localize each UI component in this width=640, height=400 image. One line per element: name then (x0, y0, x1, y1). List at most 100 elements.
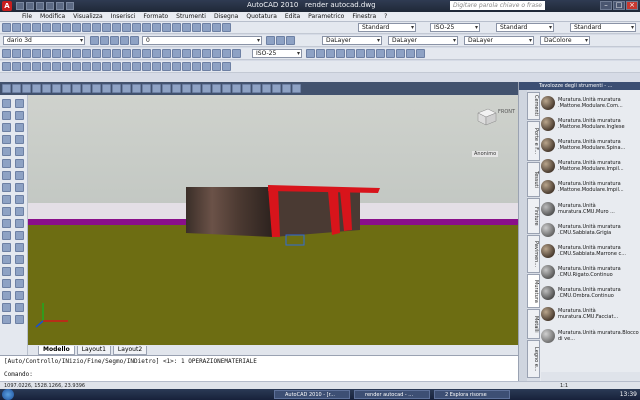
undo-tb-icon[interactable] (102, 23, 111, 32)
print-icon[interactable] (32, 23, 41, 32)
angular-dim-icon[interactable] (212, 49, 221, 58)
insert-block-icon[interactable] (2, 159, 11, 168)
conceptual-icon[interactable] (346, 49, 355, 58)
polygon-icon[interactable] (15, 111, 24, 120)
layer-manager-icon[interactable] (90, 36, 99, 45)
union-icon[interactable] (52, 62, 61, 71)
intersect-icon[interactable] (72, 62, 81, 71)
trim-left-icon[interactable] (15, 255, 24, 264)
tool-palettes-icon[interactable] (182, 23, 191, 32)
sw-iso-icon[interactable] (62, 84, 71, 93)
menu-finestra[interactable]: Finestra (348, 12, 380, 21)
freeze-icon[interactable] (110, 36, 119, 45)
cylinder-icon[interactable] (386, 49, 395, 58)
save-icon[interactable] (36, 2, 44, 10)
tab-muratura[interactable]: Muratura (527, 274, 540, 308)
trim-icon[interactable] (42, 49, 51, 58)
ucs-object-icon[interactable] (142, 84, 151, 93)
design-center-icon[interactable] (172, 23, 181, 32)
lineweight-select[interactable]: DaLayer (464, 36, 534, 45)
explode-icon[interactable] (102, 49, 111, 58)
drawing-viewport[interactable]: FRONT Anonimo (28, 95, 518, 345)
help-icon[interactable] (222, 23, 231, 32)
autocad-logo-icon[interactable]: A (2, 1, 12, 11)
vport-poly-icon[interactable] (262, 84, 271, 93)
stretch-icon[interactable] (32, 49, 41, 58)
ellipse-icon[interactable] (15, 147, 24, 156)
ucs-apply-icon[interactable] (222, 84, 231, 93)
extend-left-icon[interactable] (2, 267, 11, 276)
chamfer-icon[interactable] (82, 49, 91, 58)
sphere-icon[interactable] (366, 49, 375, 58)
menu-visualizza[interactable]: Visualizza (69, 12, 107, 21)
ucs-world-icon[interactable] (112, 84, 121, 93)
tab-porte[interactable]: Porte e F... (527, 121, 540, 161)
fly-icon[interactable] (142, 62, 151, 71)
sweep-icon[interactable] (22, 62, 31, 71)
break-icon[interactable] (62, 49, 71, 58)
clock[interactable]: 13:39 (620, 390, 637, 399)
lock-icon[interactable] (120, 36, 129, 45)
sheet-set-icon[interactable] (192, 23, 201, 32)
offset-icon[interactable] (142, 49, 151, 58)
right-view-icon[interactable] (32, 84, 41, 93)
rectangle-icon[interactable] (2, 123, 11, 132)
menu-strumenti[interactable]: Strumenti (172, 12, 210, 21)
ucs-view-icon[interactable] (152, 84, 161, 93)
ucs-3point-icon[interactable] (182, 84, 191, 93)
viewcube[interactable] (474, 107, 498, 127)
tab-legno[interactable]: Legno e... (527, 340, 540, 378)
erase-icon[interactable] (112, 49, 121, 58)
tab-layout1[interactable]: Layout1 (76, 345, 111, 355)
calculator-icon[interactable] (212, 23, 221, 32)
layer-select[interactable]: 0 (142, 36, 262, 45)
move-icon[interactable] (2, 49, 11, 58)
ucs-previous-icon[interactable] (122, 84, 131, 93)
rotate-icon[interactable] (12, 49, 21, 58)
camera-icon[interactable] (152, 62, 161, 71)
se-iso-icon[interactable] (72, 84, 81, 93)
ucs-face-icon[interactable] (132, 84, 141, 93)
back-view-icon[interactable] (52, 84, 61, 93)
break-left-icon[interactable] (15, 267, 24, 276)
render-env-icon[interactable] (212, 62, 221, 71)
xline-icon[interactable] (15, 99, 24, 108)
redo-icon[interactable] (56, 2, 64, 10)
ucs-z-icon[interactable] (212, 84, 221, 93)
start-button[interactable] (2, 389, 14, 400)
mtext-icon[interactable] (15, 195, 24, 204)
subtract-icon[interactable] (62, 62, 71, 71)
taskbar-item-explorer[interactable]: 2 Esplora risorse (434, 390, 510, 399)
material-item[interactable]: Muratura.Unità muratura .CMU.Rigato.Cont… (541, 262, 640, 283)
join-icon[interactable] (72, 49, 81, 58)
section-icon[interactable] (92, 62, 101, 71)
ucs-zaxis-icon[interactable] (172, 84, 181, 93)
material-item[interactable]: Muratura.Unità muratura .Mattone.Modular… (541, 177, 640, 198)
sun-icon[interactable] (202, 62, 211, 71)
top-view-icon[interactable] (2, 84, 11, 93)
menu-disegna[interactable]: Disegna (210, 12, 242, 21)
make-block-icon[interactable] (15, 159, 24, 168)
layer-previous-icon[interactable] (276, 36, 285, 45)
paste-icon[interactable] (82, 23, 91, 32)
workspace-select[interactable]: dario 3d (3, 36, 85, 45)
materials-icon[interactable] (182, 62, 191, 71)
table-icon[interactable] (2, 195, 11, 204)
menu-file[interactable]: File (18, 12, 36, 21)
erase-left-icon[interactable] (2, 207, 11, 216)
material-item[interactable]: Muratura.Unità muratura.CMU.Muro ... (541, 198, 640, 219)
menu-inserisci[interactable]: Inserisci (107, 12, 140, 21)
scale-icon[interactable] (22, 49, 31, 58)
gradient-icon[interactable] (2, 183, 11, 192)
material-item[interactable]: Muratura.Unità muratura .CMU.Sabbiata.Ma… (541, 240, 640, 261)
qnew-icon[interactable] (2, 23, 11, 32)
fillet-left-icon[interactable] (15, 291, 24, 300)
cone-icon[interactable] (396, 49, 405, 58)
menu-modifica[interactable]: Modifica (36, 12, 69, 21)
menu-parametrico[interactable]: Parametrico (304, 12, 348, 21)
continue-icon[interactable] (232, 49, 241, 58)
visual-style-manager-icon[interactable] (356, 49, 365, 58)
undo-icon[interactable] (46, 2, 54, 10)
array-icon[interactable] (152, 49, 161, 58)
text-icon[interactable] (2, 291, 11, 300)
